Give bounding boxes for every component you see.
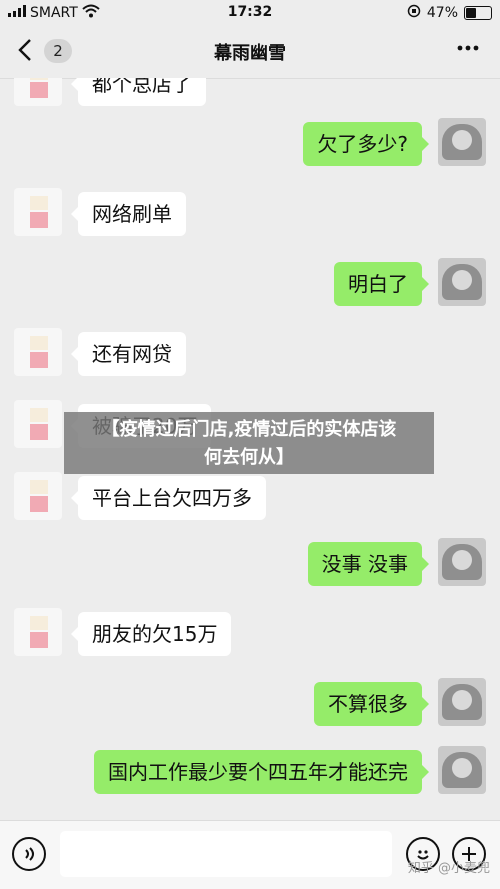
message-input[interactable]	[60, 831, 392, 877]
contact-avatar[interactable]	[14, 328, 62, 376]
battery-icon	[464, 6, 492, 20]
message-row: 朋友的欠15万	[0, 608, 500, 660]
message-row: 不算很多	[0, 678, 500, 730]
my-avatar[interactable]	[438, 538, 486, 586]
battery-fill	[466, 8, 476, 18]
voice-icon	[25, 847, 34, 861]
overlay-line-2: 何去何从】	[204, 447, 294, 468]
message-row: 平台上台欠四万多	[0, 472, 500, 524]
sent-message-bubble[interactable]: 欠了多少?	[303, 122, 429, 166]
voice-button[interactable]	[12, 837, 46, 871]
sent-message-bubble[interactable]: 国内工作最少要个四五年才能还完	[94, 750, 429, 794]
contact-avatar[interactable]	[14, 608, 62, 656]
my-avatar[interactable]	[438, 678, 486, 726]
message-row: 明白了	[0, 258, 500, 310]
contact-avatar[interactable]	[14, 400, 62, 448]
message-row: 网络刷单	[0, 188, 500, 240]
status-right: 47%	[407, 4, 492, 22]
received-message-bubble[interactable]: 平台上台欠四万多	[71, 476, 266, 520]
overlay-line-1: 【疫情过后门店,疫情过后的实体店该	[101, 419, 397, 440]
received-message-bubble[interactable]: 网络刷单	[71, 192, 186, 236]
contact-avatar[interactable]	[14, 188, 62, 236]
message-row: 还有网贷	[0, 328, 500, 380]
chat-header: 2 幕雨幽雪	[0, 26, 500, 79]
sent-message-bubble[interactable]: 明白了	[334, 262, 429, 306]
my-avatar[interactable]	[438, 258, 486, 306]
contact-avatar[interactable]	[14, 78, 62, 106]
sent-message-bubble[interactable]: 不算很多	[314, 682, 429, 726]
battery-percent: 47%	[426, 5, 458, 21]
input-bar: 知乎 @小麦兜	[0, 820, 500, 889]
more-button[interactable]	[456, 36, 480, 66]
received-message-bubble[interactable]: 都个总店了	[71, 78, 206, 106]
received-message-bubble[interactable]: 朋友的欠15万	[70, 612, 232, 656]
message-row: 欠了多少?	[0, 118, 500, 170]
chat-title: 幕雨幽雪	[214, 43, 286, 64]
message-row: 都个总店了	[0, 78, 500, 110]
watermark: 知乎 @小麦兜	[407, 861, 490, 876]
article-title-overlay: 【疫情过后门店,疫情过后的实体店该 何去何从】	[64, 412, 434, 474]
contact-avatar[interactable]	[14, 472, 62, 520]
my-avatar[interactable]	[438, 746, 486, 794]
message-row: 没事 没事	[0, 538, 500, 590]
orientation-lock-icon	[407, 4, 421, 22]
message-row: 国内工作最少要个四五年才能还完	[0, 746, 500, 798]
received-message-bubble[interactable]: 还有网贷	[71, 332, 186, 376]
my-avatar[interactable]	[438, 118, 486, 166]
sent-message-bubble[interactable]: 没事 没事	[307, 542, 430, 586]
status-bar: SMART 17:32 47%	[0, 0, 500, 26]
